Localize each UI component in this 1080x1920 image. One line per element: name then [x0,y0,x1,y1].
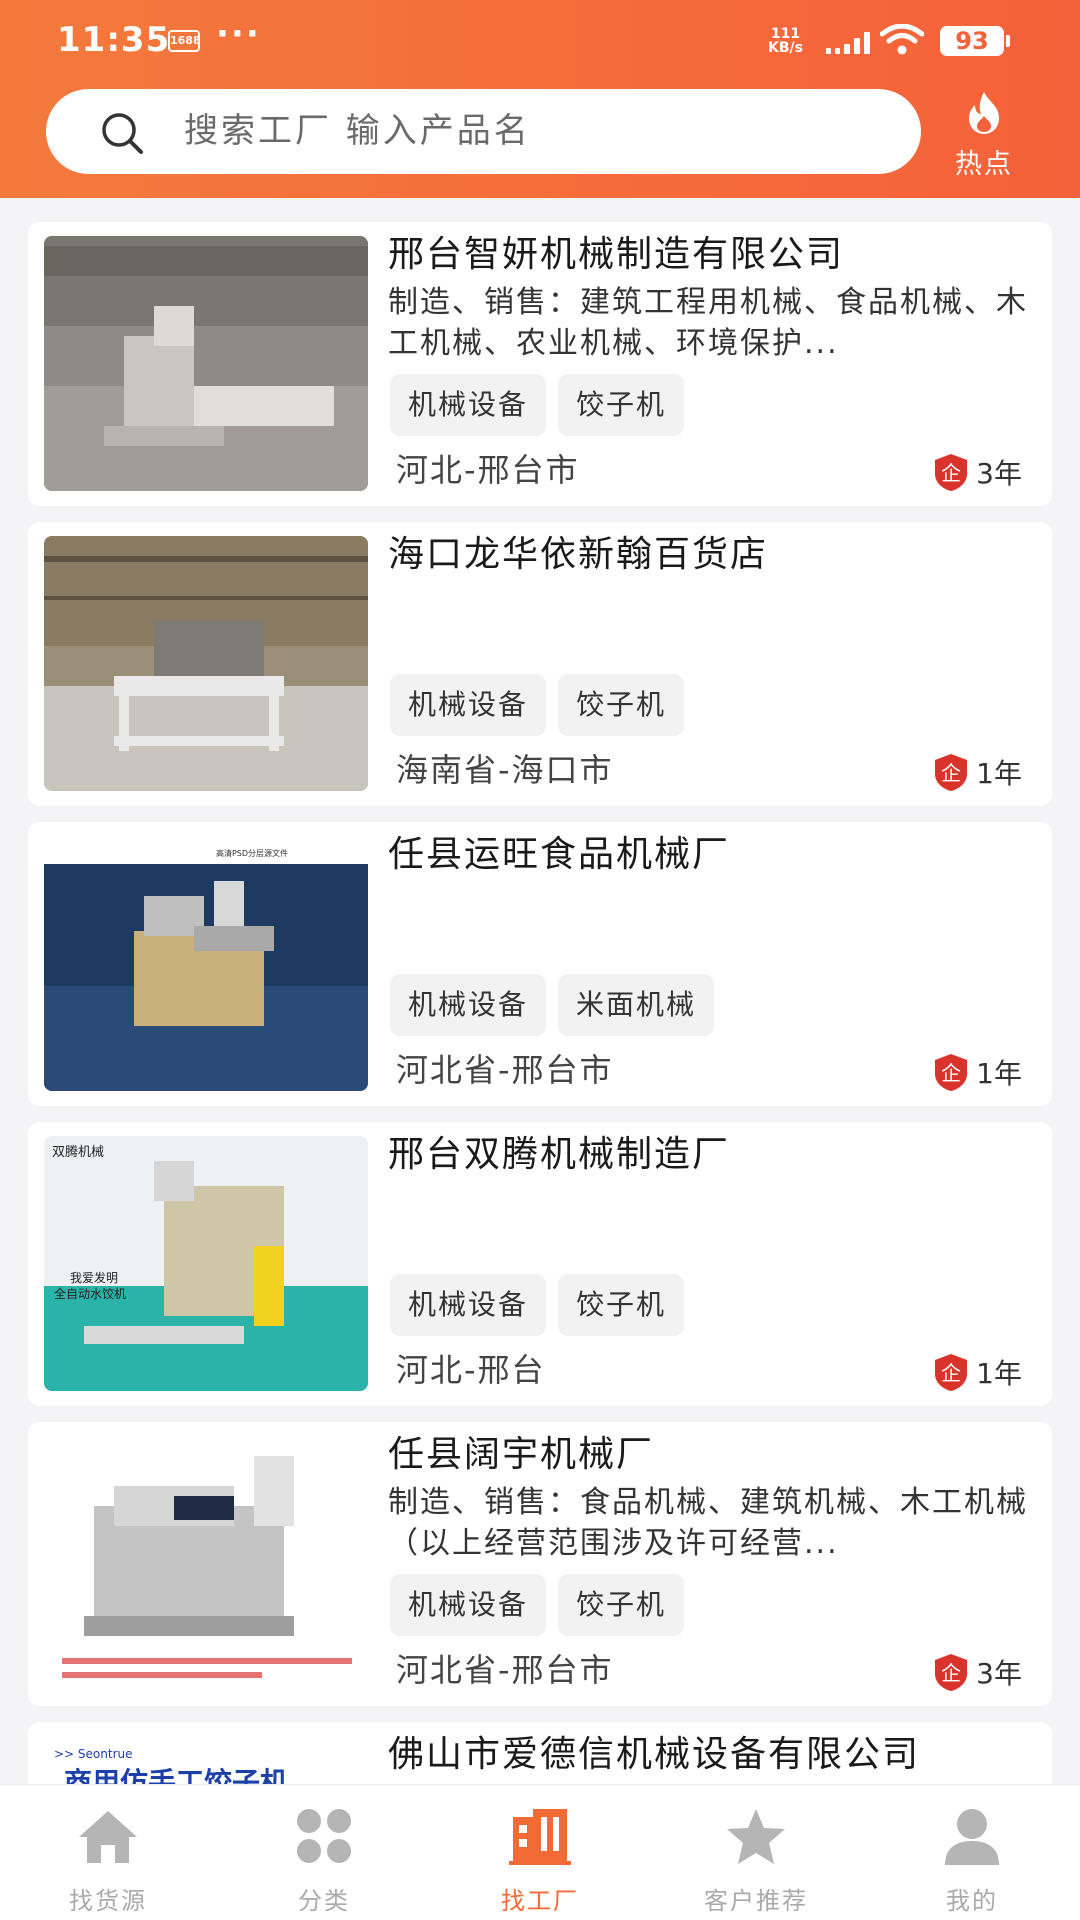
tag[interactable]: 饺子机 [558,374,685,436]
factory-list: 邢台智妍机械制造有限公司 制造、销售：建筑工程用机械、食品机械、木工机械、农业机… [0,198,1080,1784]
svg-text:企: 企 [941,461,961,485]
factory-name: 海口龙华依新翰百货店 [388,534,769,575]
tag[interactable]: 机械设备 [390,674,547,736]
tag[interactable]: 机械设备 [390,974,547,1036]
svg-text:企: 企 [941,1361,961,1385]
factory-location: 河北省-邢台市 [396,1051,614,1089]
tag-list: 机械设备 米面机械 [390,974,715,1036]
home-icon [79,1811,137,1863]
tag-list: 机械设备 饺子机 [390,1274,685,1336]
nav-recommend[interactable]: 客户推荐 [648,1785,864,1920]
battery-icon: 93 [940,26,1010,56]
search-input[interactable]: 搜索工厂 输入产品名 [46,89,921,174]
enterprise-badge-icon: 企 [935,1654,968,1691]
category-icon [297,1809,351,1863]
hot-button[interactable]: 热点 [946,90,1022,185]
factory-card[interactable]: 邢台智妍机械制造有限公司 制造、销售：建筑工程用机械、食品机械、木工机械、农业机… [28,222,1052,506]
enterprise-badge-icon: 企 [935,1054,968,1091]
header: 11:35 1688 ··· 111 KB/s 93 搜索工厂 输入产品名 热点 [0,0,1080,198]
factory-image: 双腾机械 我爱发明 全自动水饺机 [44,1136,368,1391]
status-time: 11:35 [57,20,171,60]
factory-image [44,236,368,491]
svg-text:企: 企 [941,1061,961,1085]
factory-location: 海南省-海口市 [396,751,614,789]
tag-list: 机械设备 饺子机 [390,674,685,736]
nav-category[interactable]: 分类 [216,1785,432,1920]
factory-location: 河北省-邢台市 [396,1651,614,1689]
search-placeholder: 搜索工厂 输入产品名 [184,111,531,151]
wifi-icon [880,24,924,55]
nav-mine[interactable]: 我的 [864,1785,1080,1920]
tag[interactable]: 机械设备 [390,1274,547,1336]
signal-icon [826,28,870,54]
more-notifications-icon: ··· [216,14,261,54]
tag[interactable]: 饺子机 [558,1574,685,1636]
factory-name: 佛山市爱德信机械设备有限公司 [388,1734,921,1775]
tag[interactable]: 机械设备 [390,374,547,436]
enterprise-years: 企 1年 [932,1352,1022,1392]
nav-find-goods[interactable]: 找货源 [0,1785,216,1920]
factory-location: 河北-邢台市 [396,451,580,489]
enterprise-years: 企 3年 [932,1652,1022,1692]
tag[interactable]: 饺子机 [558,1274,685,1336]
enterprise-badge-icon: 企 [935,454,968,491]
enterprise-years: 企 3年 [932,452,1022,492]
nav-find-factory[interactable]: 找工厂 [432,1785,648,1920]
factory-card[interactable]: 海口龙华依新翰百货店 机械设备 饺子机 海南省-海口市 企 1年 [28,522,1052,806]
svg-text:>> Seontrue: >> Seontrue [54,1747,133,1761]
user-icon [945,1809,999,1865]
factory-name: 邢台智妍机械制造有限公司 [388,234,845,275]
factory-description: 制造、销售：建筑工程用机械、食品机械、木工机械、农业机械、环境保护... [388,285,1028,361]
factory-name: 任县阔宇机械厂 [388,1434,655,1475]
enterprise-years: 企 1年 [932,752,1022,792]
factory-image: 高清PSD分层源文件 [44,836,368,1091]
factory-image [44,536,368,791]
enterprise-badge-icon: 企 [935,1354,968,1391]
network-speed: 111 KB/s [768,26,803,56]
tag[interactable]: 饺子机 [558,674,685,736]
factory-card[interactable]: 双腾机械 我爱发明 全自动水饺机 邢台双腾机械制造厂 机械设备 饺子机 河北-邢… [28,1122,1052,1406]
bottom-nav: 找货源 分类 找工厂 客户推荐 我的 [0,1784,1080,1920]
app-notification-icon: 1688 [168,30,201,52]
status-bar: 11:35 1688 ··· 111 KB/s 93 [0,0,1080,80]
factory-location: 河北-邢台 [396,1351,546,1389]
svg-text:我爱发明: 我爱发明 [70,1270,118,1285]
factory-card[interactable]: 任县阔宇机械厂 制造、销售：食品机械、建筑机械、木工机械（以上经营范围涉及许可经… [28,1422,1052,1706]
svg-text:高清PSD分层源文件: 高清PSD分层源文件 [216,848,288,858]
factory-image [44,1436,368,1691]
tag[interactable]: 机械设备 [390,1574,547,1636]
svg-text:企: 企 [941,1661,961,1685]
star-icon [727,1809,785,1864]
enterprise-years: 企 1年 [932,1052,1022,1092]
svg-text:全自动水饺机: 全自动水饺机 [54,1286,126,1301]
factory-icon [509,1809,571,1865]
flame-icon [969,92,999,134]
factory-name: 任县运旺食品机械厂 [388,834,731,875]
factory-name: 邢台双腾机械制造厂 [388,1134,731,1175]
svg-text:商用仿手工饺子机: 商用仿手工饺子机 [64,1766,288,1784]
enterprise-badge-icon: 企 [935,754,968,791]
search-icon [102,113,143,154]
svg-text:双腾机械: 双腾机械 [52,1144,104,1160]
svg-text:企: 企 [941,761,961,785]
hot-label: 热点 [955,149,1013,180]
factory-image: >> Seontrue 商用仿手工饺子机 [44,1736,368,1784]
factory-card[interactable]: 高清PSD分层源文件 任县运旺食品机械厂 机械设备 米面机械 河北省-邢台市 企… [28,822,1052,1106]
tag[interactable]: 米面机械 [558,974,715,1036]
tag-list: 机械设备 饺子机 [390,374,685,436]
tag-list: 机械设备 饺子机 [390,1574,685,1636]
factory-description: 制造、销售：食品机械、建筑机械、木工机械（以上经营范围涉及许可经营... [388,1485,1028,1561]
factory-card[interactable]: >> Seontrue 商用仿手工饺子机 佛山市爱德信机械设备有限公司 [28,1722,1052,1784]
